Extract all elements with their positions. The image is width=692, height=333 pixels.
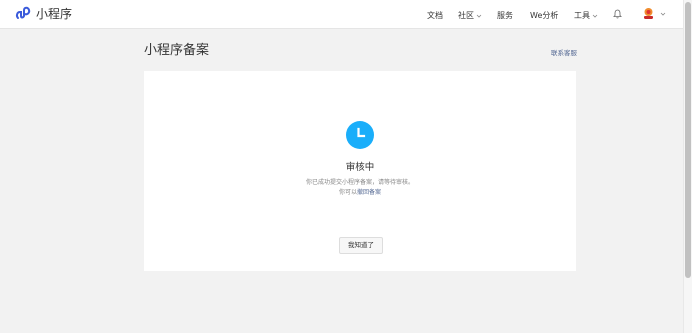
nav-docs-label: 文档 [427,11,443,20]
miniprogram-logo-icon [15,6,31,19]
nav-we-analysis-label: We分析 [530,11,559,20]
top-bar: 小程序 文档 社区 服务 We分析 工具 [0,0,684,29]
nav-service[interactable]: 服务 [497,10,513,21]
status-card: 审核中 你已成功提交小程序备案，请等待审核。 你可以撤回备案 我知道了 [144,71,576,271]
nav-community-label: 社区 [458,11,474,20]
nav-tools-label: 工具 [574,11,590,20]
avatar[interactable] [642,7,655,20]
withdraw-prefix: 你可以 [338,189,357,196]
got-it-button[interactable]: 我知道了 [339,237,383,254]
nav-docs[interactable]: 文档 [427,10,443,21]
nav-community[interactable]: 社区 [458,10,482,21]
status-description: 你已成功提交小程序备案，请等待审核。 [305,179,414,186]
nav-service-label: 服务 [497,11,513,20]
nav-we-analysis[interactable]: We分析 [530,10,558,21]
brand[interactable]: 小程序 [15,6,72,22]
scrollbar-thumb[interactable] [685,2,691,278]
status-title: 审核中 [345,162,375,173]
withdraw-hint: 你可以撤回备案 [144,187,576,196]
nav-tools[interactable]: 工具 [574,10,598,21]
chevron-down-icon[interactable] [660,11,666,17]
page-title: 小程序备案 [144,43,210,58]
scrollbar[interactable] [683,0,692,333]
chevron-down-icon [592,14,598,18]
clock-icon [346,121,374,149]
withdraw-filing-link[interactable]: 撤回备案 [357,189,381,196]
bell-icon[interactable] [613,9,622,19]
contact-support-link[interactable]: 联系客服 [551,47,577,57]
brand-name: 小程序 [36,7,73,21]
chevron-down-icon [476,14,482,18]
